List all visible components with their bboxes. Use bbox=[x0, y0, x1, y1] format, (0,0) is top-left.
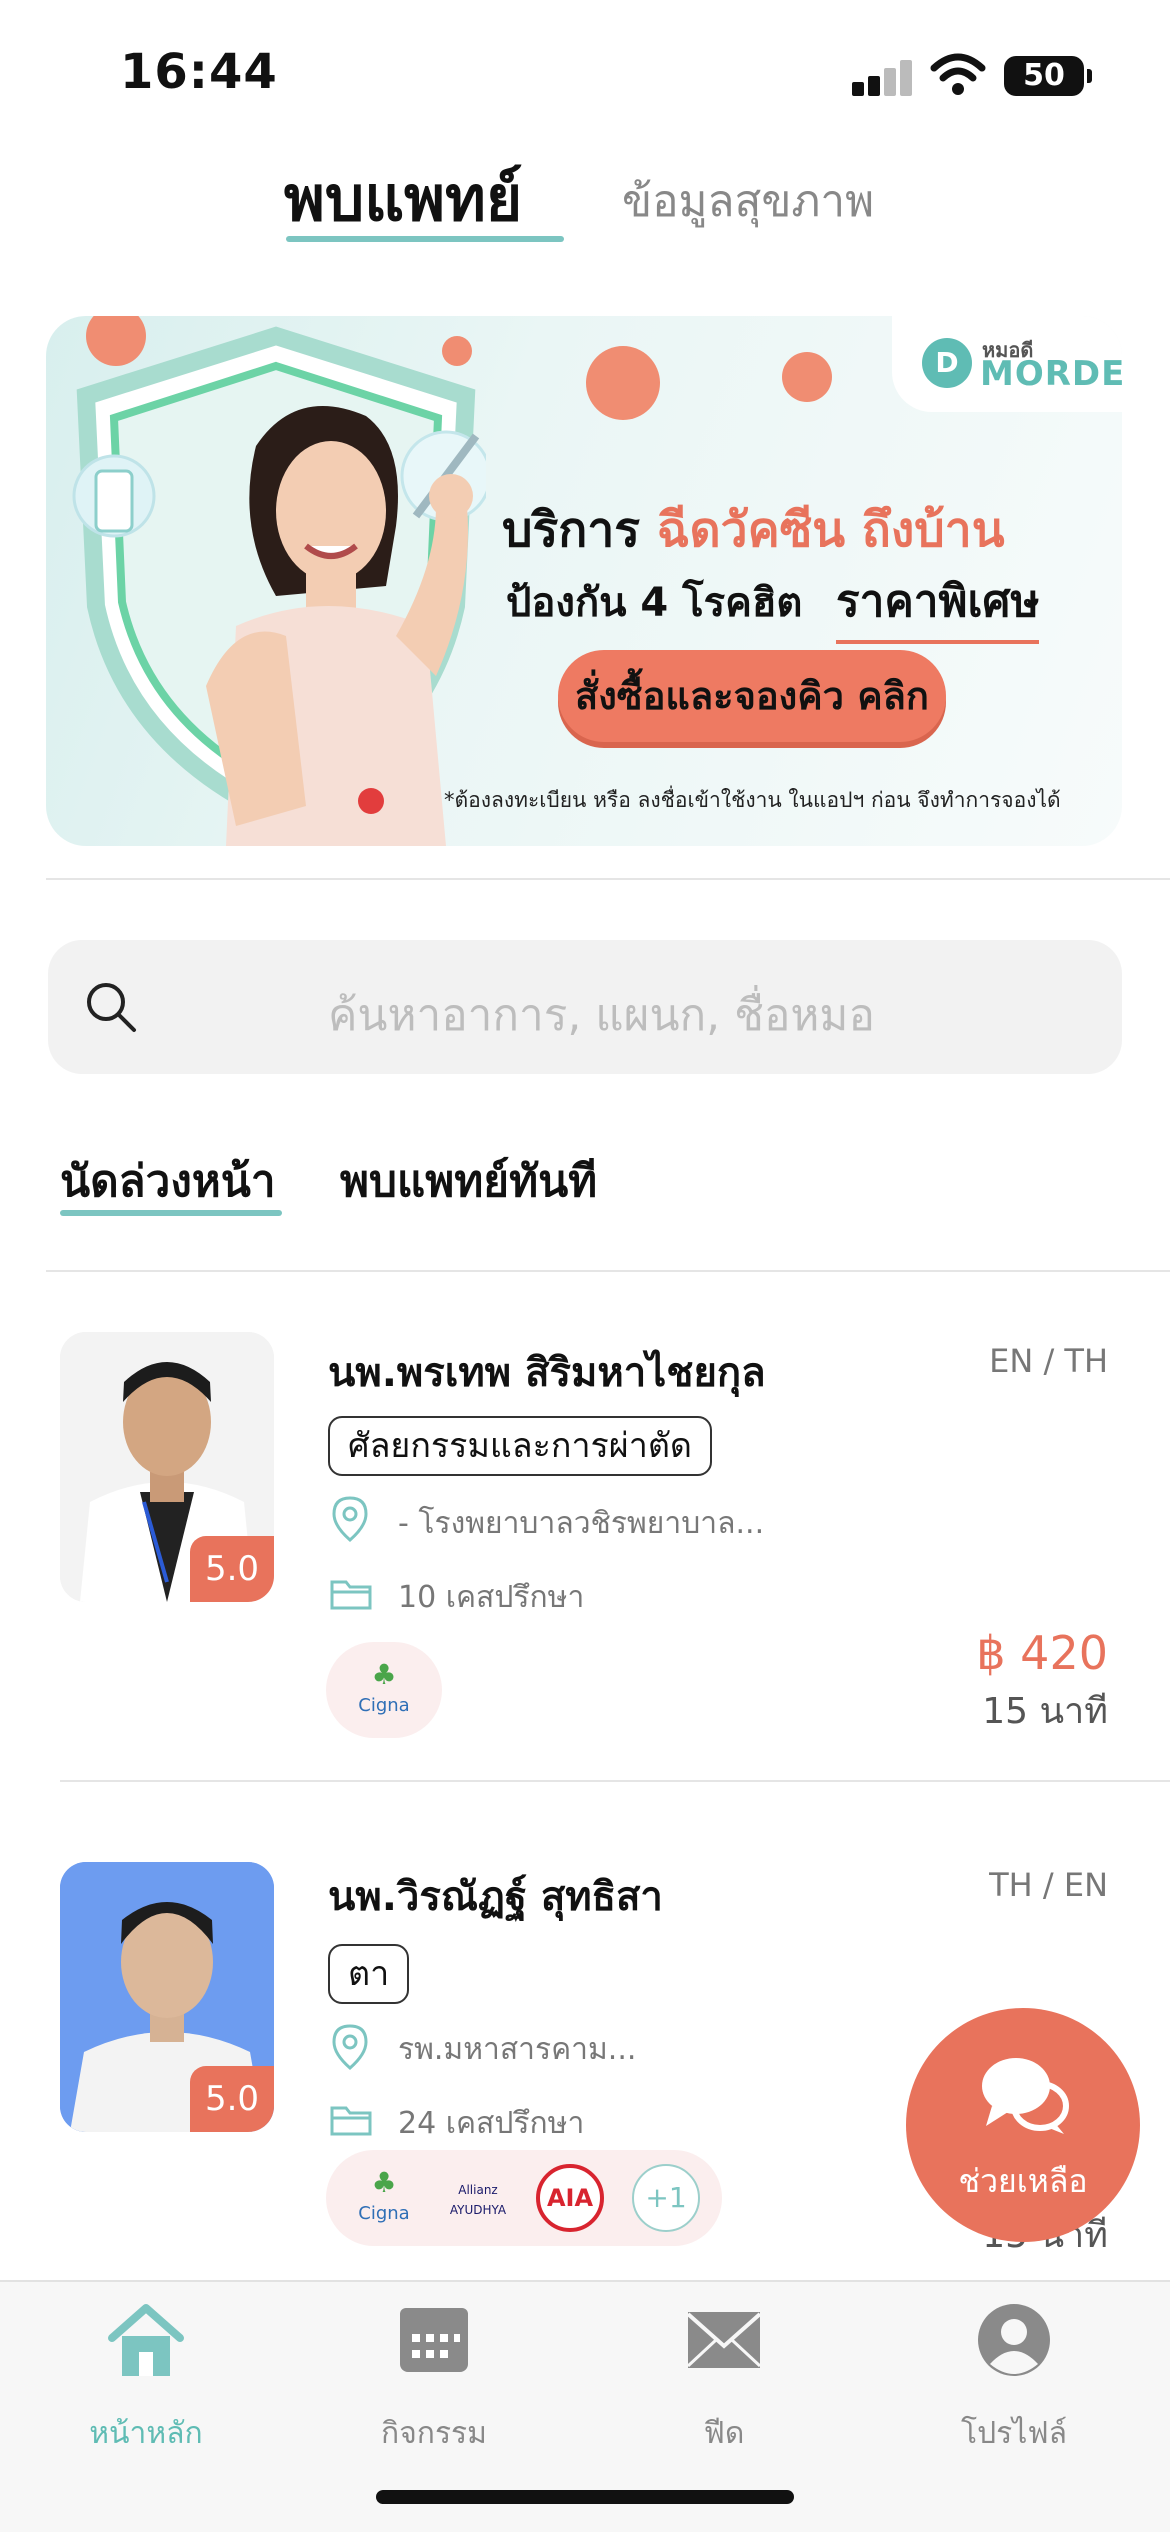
doctor-name: นพ.พรเทพ สิริมหาไชยกุล bbox=[328, 1350, 766, 1396]
divider bbox=[46, 878, 1170, 880]
folder-icon bbox=[330, 1580, 372, 1610]
logo-brand-text: MORDEE bbox=[980, 354, 1122, 394]
calendar-icon bbox=[400, 2308, 468, 2372]
doctor-languages: EN / TH bbox=[989, 1342, 1108, 1380]
banner-special-price: ราคาพิเศษ bbox=[836, 566, 1040, 644]
tab-active-indicator bbox=[286, 236, 564, 242]
status-time: 16:44 bbox=[120, 44, 278, 100]
doctor-card[interactable]: 5.0 นพ.พรเทพ สิริมหาไชยกุล EN / TH ศัลยก… bbox=[0, 1320, 1170, 1800]
location-pin-icon bbox=[332, 2024, 368, 2070]
home-indicator[interactable] bbox=[376, 2490, 794, 2504]
folder-icon bbox=[330, 2106, 372, 2136]
banner-headline-prefix: บริการ bbox=[502, 502, 641, 558]
location-pin-icon bbox=[332, 1496, 368, 1542]
consult-price: ฿ 420 bbox=[976, 1626, 1108, 1680]
more-insurers-badge[interactable]: +1 bbox=[632, 2164, 700, 2232]
nav-activity[interactable]: กิจกรรม bbox=[324, 2302, 544, 2452]
doctor-languages: TH / EN bbox=[989, 1866, 1108, 1904]
banner-subheadline: ป้องกัน 4 โรคฮิต bbox=[506, 580, 803, 626]
profile-icon bbox=[978, 2304, 1050, 2376]
cigna-logo-icon: ♣ Cigna bbox=[350, 2164, 418, 2232]
insurer-name: AIA bbox=[546, 2184, 594, 2212]
virus-decoration-icon bbox=[782, 352, 832, 402]
mordee-logo: D หมอดี MORDEE bbox=[892, 316, 1122, 412]
help-button-label: ช่วยเหลือ bbox=[958, 2162, 1088, 2200]
search-icon bbox=[87, 983, 136, 1032]
specialty-tag: ตา bbox=[328, 1944, 410, 2004]
divider bbox=[60, 1780, 1170, 1782]
consult-case-count: 10 เคสปรึกษา bbox=[398, 1580, 585, 1615]
wifi-icon bbox=[930, 53, 986, 95]
doctor-photo: 5.0 bbox=[60, 1332, 274, 1602]
cellular-signal-icon bbox=[852, 60, 914, 96]
chat-bubbles-icon bbox=[982, 2058, 1069, 2134]
search-bar[interactable]: ค้นหาอาการ, แผนก, ชื่อหมอ bbox=[48, 940, 1122, 1074]
rating-badge: 5.0 bbox=[190, 2066, 274, 2132]
status-bar: 16:44 50 bbox=[0, 0, 1170, 150]
nav-profile[interactable]: โปรไฟล์ bbox=[904, 2302, 1124, 2452]
nav-activity-label: กิจกรรม bbox=[381, 2416, 487, 2451]
nav-feed[interactable]: ฟีด bbox=[614, 2302, 834, 2452]
tab-find-doctor[interactable]: พบแพทย์ bbox=[284, 150, 522, 248]
consult-duration: 15 นาที bbox=[982, 1691, 1108, 1732]
virus-decoration-icon bbox=[586, 346, 660, 420]
home-icon bbox=[108, 2304, 184, 2376]
rating-badge: 5.0 bbox=[190, 1536, 274, 1602]
tab-health-info[interactable]: ข้อมูลสุขภาพ bbox=[622, 166, 874, 236]
virus-decoration-icon bbox=[442, 336, 472, 366]
banner-order-button[interactable]: สั่งซื้อและจองคิว คลิก bbox=[558, 650, 946, 742]
cigna-logo-icon: ♣ Cigna bbox=[350, 1656, 418, 1724]
banner-headline-highlight: ฉีดวัคซีน ถึงบ้าน bbox=[656, 502, 1005, 558]
hospital-name: - โรงพยาบาลวชิรพยาบาล... bbox=[398, 1506, 765, 1541]
divider bbox=[46, 1270, 1170, 1272]
doctor-photo: 5.0 bbox=[60, 1862, 274, 2132]
help-button[interactable]: ช่วยเหลือ bbox=[906, 2008, 1140, 2242]
vaccine-promo-banner[interactable]: D หมอดี MORDEE บริการ ฉีดวัคซีน ถึงบ้าน … bbox=[46, 316, 1122, 846]
allianz-ayudhya-logo-icon: Allianz AYUDHYA bbox=[438, 2164, 518, 2232]
banner-headline: บริการ ฉีดวัคซีน ถึงบ้าน bbox=[502, 492, 1005, 568]
aia-logo-icon: AIA bbox=[536, 2164, 604, 2232]
specialty-tag: ศัลยกรรมและการผ่าตัด bbox=[328, 1416, 712, 1476]
insurer-name: Cigna bbox=[358, 2203, 410, 2224]
battery-icon: 50 bbox=[1004, 56, 1092, 96]
insurer-name: Allianz AYUDHYA bbox=[449, 2183, 507, 2217]
nav-feed-label: ฟีด bbox=[703, 2416, 745, 2451]
hospital-name: รพ.มหาสารคาม... bbox=[398, 2032, 637, 2067]
insurer-name: Cigna bbox=[358, 1695, 410, 1716]
search-input[interactable]: ค้นหาอาการ, แผนก, ชื่อหมอ bbox=[328, 980, 875, 1050]
mail-icon bbox=[686, 2312, 762, 2368]
carousel-dot bbox=[358, 788, 384, 814]
consult-case-count: 24 เคสปรึกษา bbox=[398, 2106, 585, 2141]
insurance-logos: ♣ Cigna bbox=[326, 1642, 442, 1738]
tab-scheduled[interactable]: นัดล่วงหน้า bbox=[60, 1146, 276, 1216]
insurance-logos: ♣ Cigna Allianz AYUDHYA AIA +1 bbox=[326, 2150, 722, 2246]
nav-home-label: หน้าหลัก bbox=[89, 2416, 203, 2451]
top-tabs: พบแพทย์ ข้อมูลสุขภาพ bbox=[0, 140, 1170, 260]
doctor-name: นพ.วิรณัฏฐ์ สุทธิสา bbox=[328, 1874, 663, 1920]
nav-home[interactable]: หน้าหลัก bbox=[36, 2302, 256, 2452]
tab-instant-consult[interactable]: พบแพทย์ทันที bbox=[340, 1146, 597, 1216]
banner-footnote: *ต้องลงทะเบียน หรือ ลงชื่อเข้าใช้งาน ในแ… bbox=[444, 788, 1061, 812]
nav-profile-label: โปรไฟล์ bbox=[961, 2416, 1067, 2451]
sub-tab-active-indicator bbox=[60, 1210, 282, 1216]
woman-illustration bbox=[206, 406, 473, 846]
mordee-logo-icon: D bbox=[922, 338, 972, 388]
